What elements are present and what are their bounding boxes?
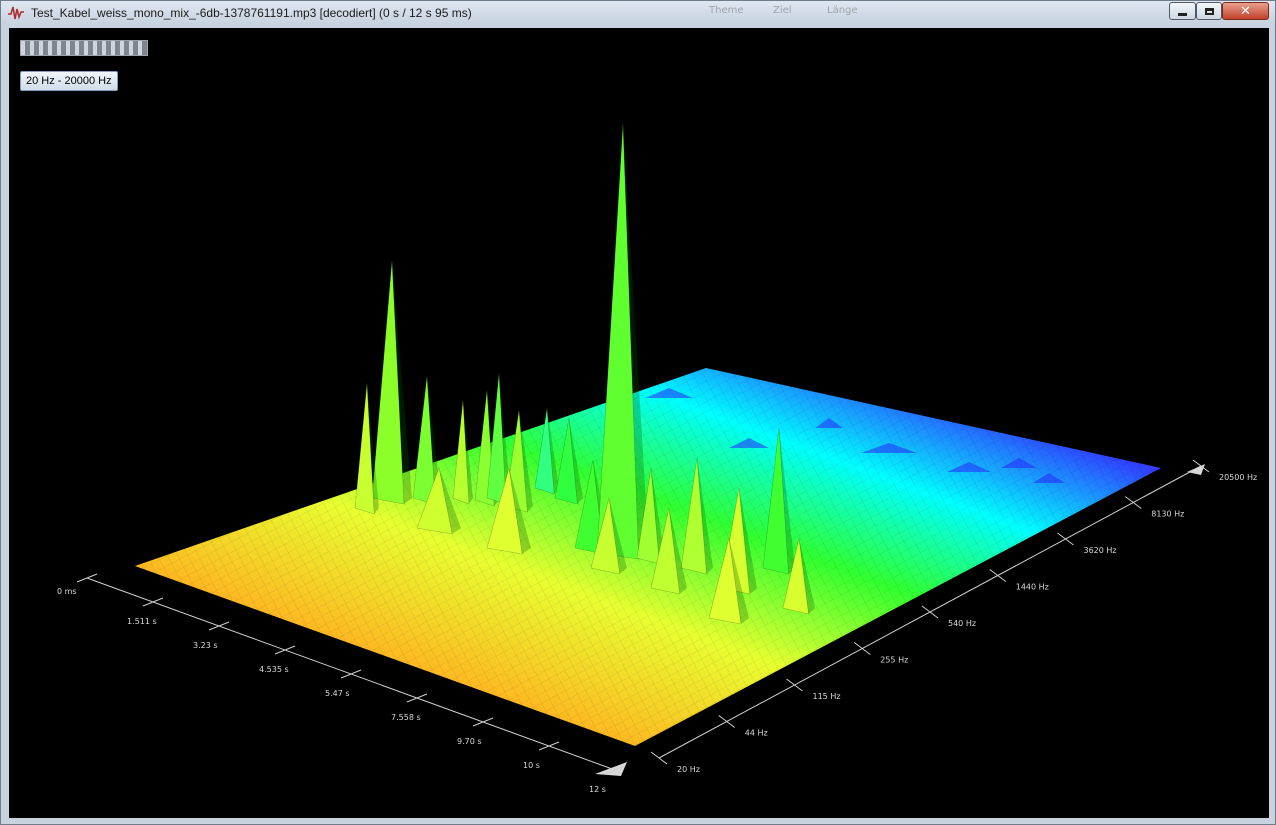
frequency-axis-tick-label: 8130 Hz <box>1151 510 1184 519</box>
time-axis-tick-label: 0 ms <box>57 587 77 596</box>
minimize-button[interactable] <box>1169 2 1196 20</box>
frequency-axis-tick <box>989 569 1007 582</box>
time-axis-tick-label: 10 s <box>523 761 540 770</box>
frequency-axis-tick <box>718 715 736 728</box>
frequency-axis-tick-label: 44 Hz <box>745 729 768 738</box>
frequency-axis-tick-label: 3620 Hz <box>1084 546 1117 555</box>
frequency-axis-tick-label: 255 Hz <box>880 656 908 665</box>
spectrum-3d-plot[interactable]: 0 ms 1.511 s 3.23 s 4.535 s 5.47 s 7.558 s 9.7… <box>9 28 1269 818</box>
spectrum-window: Test_Kabel_weiss_mono_mix_-6db-137876119… <box>0 0 1276 825</box>
background-menu: Theme Ziel Länge <box>627 2 887 24</box>
frequency-axis-tick-label: 540 Hz <box>948 619 976 628</box>
frequency-axis-tick <box>1057 532 1074 546</box>
frequency-axis-tick <box>786 678 803 692</box>
time-axis-tick-label: 3.23 s <box>193 641 218 650</box>
time-axis-tick-label: 12 s <box>589 785 606 794</box>
frequency-axis-tick-label: 20 Hz <box>677 765 700 774</box>
close-button[interactable]: ✕ <box>1222 2 1269 20</box>
background-menu-item: Theme <box>709 5 744 16</box>
maximize-button[interactable] <box>1196 2 1222 20</box>
scrub-slider[interactable] <box>20 40 148 56</box>
frequency-axis-tick <box>650 751 668 765</box>
maximize-icon <box>1204 7 1214 15</box>
frequency-axis-tick-label: 115 Hz <box>813 692 841 701</box>
time-axis-tick-label: 4.535 s <box>259 665 289 674</box>
waveform-icon <box>8 6 24 20</box>
frequency-axis-tick-label: 1440 Hz <box>1016 583 1049 592</box>
time-axis-tick-label: 7.558 s <box>391 713 421 722</box>
title-bar[interactable]: Test_Kabel_weiss_mono_mix_-6db-137876119… <box>1 1 1275 25</box>
background-menu-item: Ziel <box>773 5 792 16</box>
frequency-axis-tick-label: 20500 Hz <box>1219 473 1257 482</box>
frequency-range-button[interactable]: 20 Hz - 20000 Hz <box>20 71 118 91</box>
frequency-axis-tick <box>853 642 871 655</box>
spectrum-viewport[interactable]: 0 ms 1.511 s 3.23 s 4.535 s 5.47 s 7.558 s 9.7… <box>9 28 1269 818</box>
window-title: Test_Kabel_weiss_mono_mix_-6db-137876119… <box>31 6 472 20</box>
background-menu-item: Länge <box>827 5 858 16</box>
minimize-icon <box>1178 12 1187 16</box>
frequency-axis-tick <box>921 605 939 619</box>
time-axis-tick-label: 9.70 s <box>457 737 482 746</box>
frequency-axis-arrow <box>1187 464 1205 475</box>
frequency-axis-tick <box>1124 496 1142 509</box>
time-axis-tick-label: 1.511 s <box>127 617 157 626</box>
close-icon: ✕ <box>1240 3 1251 19</box>
time-axis-tick-label: 5.47 s <box>325 689 350 698</box>
